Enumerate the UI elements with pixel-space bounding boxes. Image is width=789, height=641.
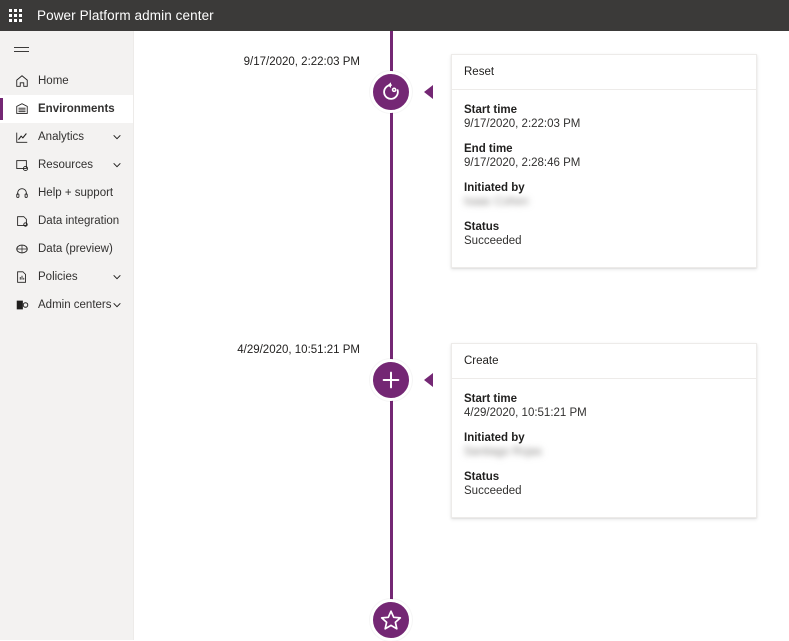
- star-origin-icon: [379, 608, 403, 632]
- sidebar-item-label: Analytics: [38, 131, 85, 143]
- field-label: Status: [464, 471, 500, 483]
- history-card-reset[interactable]: Reset Start time 9/17/2020, 2:22:03 PM E…: [451, 54, 757, 268]
- field-value: 4/29/2020, 10:51:21 PM: [464, 407, 587, 419]
- create-plus-icon: [380, 369, 402, 391]
- field-value: 9/17/2020, 2:28:46 PM: [464, 157, 581, 169]
- timeline-card-pointer: [424, 85, 433, 99]
- field-label: Start time: [464, 104, 518, 116]
- field-label: Start time: [464, 393, 518, 405]
- data-integration-icon: [14, 213, 30, 229]
- sidebar-item-environments[interactable]: Environments: [0, 95, 133, 123]
- sidebar-item-label: Help + support: [38, 187, 114, 199]
- sidebar-item-label: Data (preview): [38, 243, 113, 255]
- card-title: Create: [452, 344, 756, 379]
- timeline-timestamp: 9/17/2020, 2:22:03 PM: [243, 56, 360, 68]
- environment-history-timeline: 9/17/2020, 2:22:03 PM Reset Start time 9…: [135, 31, 789, 641]
- field-value-redacted: Isaac Cohen: [464, 196, 529, 208]
- headset-support-icon: [14, 185, 30, 201]
- sidebar-item-policies[interactable]: Policies: [0, 263, 133, 291]
- nav-collapse-button[interactable]: [0, 31, 133, 67]
- chevron-down-icon[interactable]: [111, 131, 123, 143]
- left-navigation-sidebar: Home Environments Analytics Resources He…: [0, 31, 134, 640]
- sidebar-item-home[interactable]: Home: [0, 67, 133, 95]
- data-cloud-icon: [14, 241, 30, 257]
- card-title: Reset: [452, 55, 756, 90]
- sidebar-item-data-integration[interactable]: Data integration: [0, 207, 133, 235]
- sidebar-item-analytics[interactable]: Analytics: [0, 123, 133, 151]
- timeline-card-pointer: [424, 373, 433, 387]
- history-card-create[interactable]: Create Start time 4/29/2020, 10:51:21 PM…: [451, 343, 757, 518]
- timeline-timestamp: 4/29/2020, 10:51:21 PM: [237, 344, 360, 356]
- resources-icon: [14, 157, 30, 173]
- policies-doc-icon: [14, 269, 30, 285]
- card-field: Start time 4/29/2020, 10:51:21 PM: [464, 393, 744, 419]
- admin-centers-icon: [14, 297, 30, 313]
- app-title: Power Platform admin center: [37, 8, 214, 23]
- environments-icon: [14, 101, 30, 117]
- sidebar-item-label: Admin centers: [38, 299, 112, 311]
- sidebar-item-admin-centers[interactable]: Admin centers: [0, 291, 133, 319]
- field-value-redacted: Santiago Rojas: [464, 446, 542, 458]
- card-field: Initiated by Santiago Rojas: [464, 432, 744, 458]
- sidebar-item-label: Policies: [38, 271, 78, 283]
- card-body: Start time 4/29/2020, 10:51:21 PM Initia…: [452, 379, 756, 517]
- card-field: Status Succeeded: [464, 471, 744, 497]
- chevron-down-icon[interactable]: [111, 271, 123, 283]
- timeline-node-create[interactable]: [370, 359, 412, 401]
- reset-circular-arrow-icon: [380, 81, 402, 103]
- top-header-bar: Power Platform admin center: [0, 0, 789, 31]
- home-icon: [14, 73, 30, 89]
- card-field: Initiated by Isaac Cohen: [464, 182, 744, 208]
- field-value: 9/17/2020, 2:22:03 PM: [464, 118, 581, 130]
- status-badge: Succeeded: [464, 235, 522, 247]
- status-badge: Succeeded: [464, 485, 522, 497]
- sidebar-item-resources[interactable]: Resources: [0, 151, 133, 179]
- timeline-spine: [390, 31, 393, 640]
- app-launcher-waffle-icon: [9, 9, 22, 22]
- field-label: Initiated by: [464, 432, 525, 444]
- sidebar-item-label: Home: [38, 75, 69, 87]
- field-label: Status: [464, 221, 500, 233]
- sidebar-item-label: Resources: [38, 159, 93, 171]
- sidebar-item-label: Environments: [38, 103, 115, 115]
- analytics-chart-icon: [14, 129, 30, 145]
- card-field: Status Succeeded: [464, 221, 744, 247]
- card-field: Start time 9/17/2020, 2:22:03 PM: [464, 104, 744, 130]
- card-field: End time 9/17/2020, 2:28:46 PM: [464, 143, 744, 169]
- app-launcher-button[interactable]: [0, 0, 31, 31]
- timeline-node-origin[interactable]: [370, 599, 412, 641]
- field-label: End time: [464, 143, 513, 155]
- chevron-down-icon[interactable]: [111, 159, 123, 171]
- hamburger-menu-icon: [14, 44, 29, 55]
- sidebar-item-label: Data integration: [38, 215, 120, 227]
- sidebar-item-help-support[interactable]: Help + support: [0, 179, 133, 207]
- sidebar-item-data-preview[interactable]: Data (preview): [0, 235, 133, 263]
- card-body: Start time 9/17/2020, 2:22:03 PM End tim…: [452, 90, 756, 267]
- timeline-node-reset[interactable]: [370, 71, 412, 113]
- field-label: Initiated by: [464, 182, 525, 194]
- chevron-down-icon[interactable]: [112, 299, 123, 311]
